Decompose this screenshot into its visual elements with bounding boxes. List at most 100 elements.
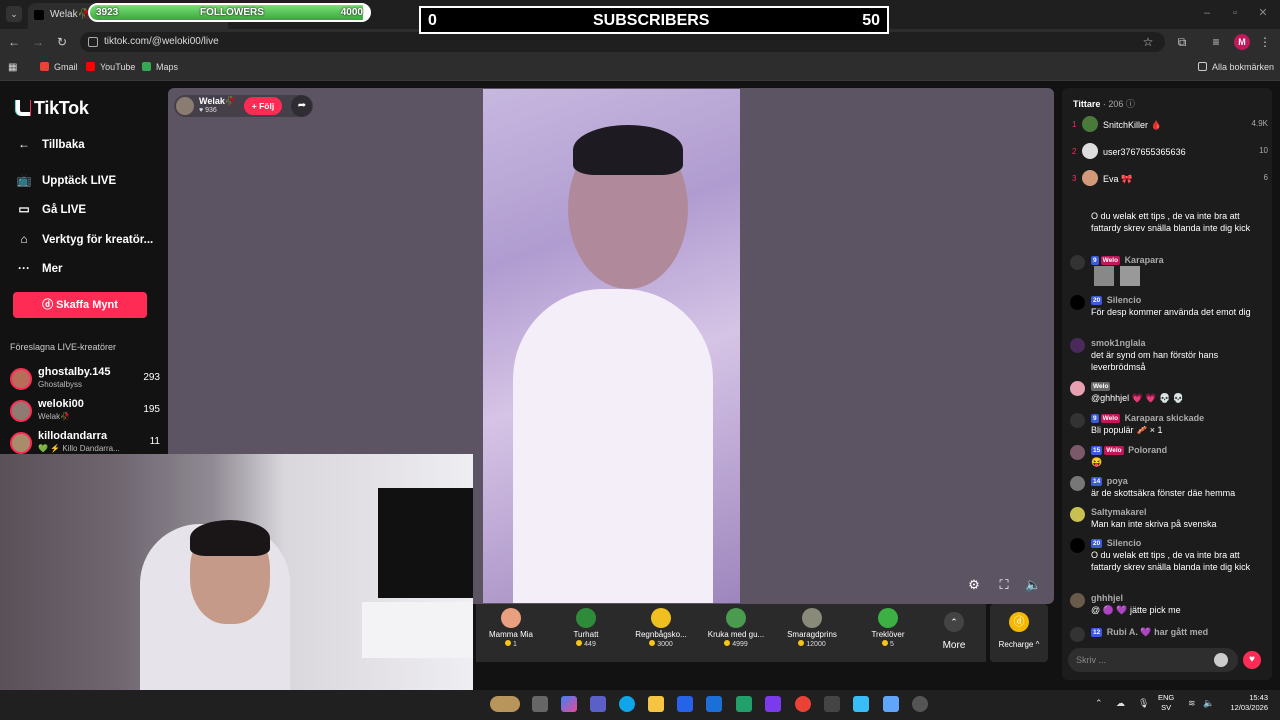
media-controls-icon[interactable]: ≡ (1208, 34, 1224, 50)
task-view-icon[interactable] (532, 696, 548, 712)
profile-avatar[interactable]: M (1234, 34, 1250, 50)
remote-desktop-icon[interactable] (883, 696, 899, 712)
close-icon[interactable]: ✕ (1256, 6, 1270, 20)
nav-more[interactable]: ··· Mer (16, 261, 62, 275)
edge-icon[interactable] (619, 696, 635, 712)
tiktok-logo[interactable]: TikTok (16, 98, 89, 119)
nav-discover-live[interactable]: 📺 Upptäck LIVE (16, 173, 117, 187)
share-icon[interactable]: ➦ (291, 95, 313, 117)
avatar[interactable] (1070, 507, 1085, 522)
message-user[interactable]: smok1nglala (1091, 337, 1146, 349)
minimize-icon[interactable]: – (1200, 6, 1214, 20)
volume-icon[interactable]: 🔈 (1025, 577, 1041, 593)
wifi-icon[interactable]: ≋ (1188, 698, 1196, 709)
avatar[interactable] (1070, 338, 1085, 353)
gift-name: Regnbågsko... (635, 630, 687, 639)
avatar[interactable] (1070, 295, 1085, 310)
nav-creator-tools[interactable]: ⌂ Verktyg för kreatör... (16, 232, 153, 246)
nav-back[interactable]: ← Tillbaka (16, 137, 85, 151)
emoji-icon[interactable] (1214, 653, 1228, 667)
message-user[interactable]: Saltymakarel (1091, 506, 1147, 518)
chevron-up-icon: ⌃ (944, 612, 964, 632)
host-name[interactable]: Welak🥀 (199, 96, 236, 107)
recharge-button[interactable]: ⓓ Recharge ^ (990, 612, 1048, 649)
gift-item[interactable]: Kruka med gu... 4999 (703, 606, 769, 660)
photos-app-icon[interactable] (853, 696, 869, 712)
streaming-app-icon[interactable] (912, 696, 928, 712)
viewers-header[interactable]: Tittare · 206 ⓘ (1073, 97, 1135, 110)
more-gifts-button[interactable]: ⌃ More (936, 612, 972, 656)
get-coins-button[interactable]: ⓓ Skaffa Mynt (13, 292, 147, 318)
message-user[interactable]: Silencio (1107, 538, 1142, 548)
viewer-score: 10 (1259, 146, 1268, 155)
vpn-shield-icon[interactable] (736, 696, 752, 712)
chrome-icon[interactable] (795, 696, 811, 712)
message-user[interactable]: Polorand (1128, 445, 1167, 455)
top-viewer-row[interactable]: 1 SnitchKiller 🩸 4.9K (1068, 115, 1268, 137)
obs-icon[interactable] (824, 696, 840, 712)
widgets-icon[interactable] (490, 696, 520, 712)
host-avatar[interactable] (176, 97, 194, 115)
gift-item[interactable]: Mamma Mia 1 (478, 606, 544, 660)
chat-input[interactable]: Skriv ... (1068, 648, 1238, 672)
suggested-creator[interactable]: weloki00 Welak🥀 195 (10, 398, 160, 426)
suggested-creator[interactable]: ghostalby.145 Ghostalbyss 293 (10, 366, 160, 394)
back-icon[interactable]: ← (6, 34, 22, 50)
store-icon[interactable] (677, 696, 693, 712)
back-arrow-icon: ← (18, 137, 30, 151)
onedrive-icon[interactable]: ☁ (1116, 698, 1125, 709)
webcam-person-hair (190, 520, 270, 556)
speaker-icon[interactable]: 🔈 (1203, 698, 1214, 709)
gift-item[interactable]: Regnbågsko... 3000 (628, 606, 694, 660)
reload-icon[interactable]: ↻ (54, 34, 70, 50)
message-user[interactable]: Karapara (1125, 255, 1164, 265)
file-explorer-icon[interactable] (648, 696, 664, 712)
follow-button[interactable]: + Följ (244, 97, 282, 115)
message-user[interactable]: ghhhjel (1091, 592, 1123, 604)
message-user[interactable]: Karapara skickade (1125, 413, 1205, 423)
settings-icon[interactable]: ⚙ (966, 577, 982, 593)
forward-icon[interactable]: → (30, 34, 46, 50)
microphone-icon[interactable]: 🎙 (1138, 698, 1149, 709)
fullscreen-icon[interactable]: ⛶ (996, 577, 1012, 593)
bookmark-star-icon[interactable]: ☆ (1140, 34, 1156, 50)
nav-go-live[interactable]: ▭ Gå LIVE (16, 202, 86, 216)
message-user[interactable]: poya (1107, 476, 1128, 486)
language-indicator[interactable]: ENG SV (1158, 693, 1174, 713)
site-info-icon[interactable] (88, 37, 98, 47)
clock[interactable]: 15:43 12/03/2026 (1220, 693, 1268, 713)
like-heart-icon[interactable]: ♥ (1243, 651, 1261, 669)
extensions-icon[interactable]: ⧉ (1174, 34, 1190, 50)
browser-menu-icon[interactable]: ⋮ (1257, 34, 1273, 50)
tray-overflow-icon[interactable]: ⌃ (1095, 698, 1103, 709)
all-bookmarks[interactable]: Alla bokmärken (1198, 62, 1274, 72)
gift-item[interactable]: Turhatt 449 (553, 606, 619, 660)
avatar[interactable] (1070, 445, 1085, 460)
top-viewer-row[interactable]: 2 user3767655365636 10 (1068, 142, 1268, 164)
message-user[interactable]: Rubi A. 💜 har gått med (1107, 627, 1208, 637)
avatar[interactable] (1070, 381, 1085, 396)
bookmark-maps[interactable]: Maps (142, 62, 178, 72)
teams-icon[interactable] (590, 696, 606, 712)
level-badge: 9 (1091, 256, 1099, 265)
mail-icon[interactable] (706, 696, 722, 712)
avatar[interactable] (1070, 255, 1085, 270)
url-field[interactable]: tiktok.com/@weloki00/live (80, 32, 1165, 52)
bookmark-youtube[interactable]: YouTube (86, 62, 135, 72)
message-user[interactable]: Silencio (1107, 295, 1142, 305)
top-viewer-row[interactable]: 3 Eva 🎀 6 (1068, 169, 1268, 191)
bookmark-gmail[interactable]: Gmail (40, 62, 78, 72)
chat-message: O du welak ett tips , de va inte bra att… (1068, 210, 1264, 248)
gift-item[interactable]: Smaragdprins 12000 (779, 606, 845, 660)
photos-icon[interactable] (765, 696, 781, 712)
gift-item[interactable]: Treklöver 5 (855, 606, 921, 660)
apps-grid-icon[interactable]: ▦ (8, 62, 17, 73)
tab-search-icon[interactable]: ⌄ (6, 6, 22, 22)
avatar[interactable] (1070, 538, 1085, 553)
copilot-icon[interactable] (561, 696, 577, 712)
live-video[interactable] (483, 89, 740, 603)
restore-icon[interactable]: ▫ (1228, 6, 1242, 20)
gift-icon (726, 608, 746, 628)
avatar[interactable] (1070, 593, 1085, 608)
avatar[interactable] (1070, 476, 1085, 491)
